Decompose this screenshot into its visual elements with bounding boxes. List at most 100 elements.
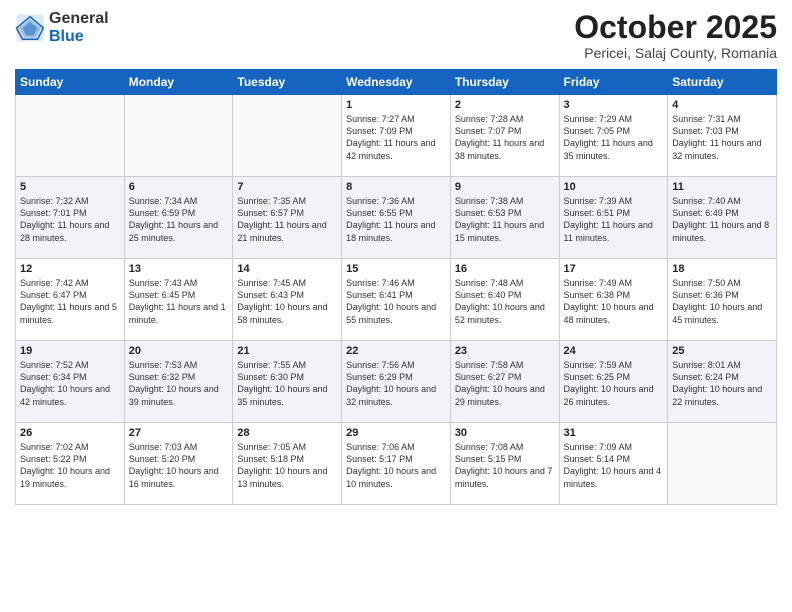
calendar-cell: 31Sunrise: 7:09 AMSunset: 5:14 PMDayligh… <box>559 423 668 505</box>
calendar-cell: 30 Sunrise: 7:08 AMSunset: 5:15 PMDayligh… <box>450 423 559 505</box>
week-row-1: 1 Sunrise: 7:27 AMSunset: 7:09 PMDaylight… <box>16 95 777 177</box>
logo-general-text: General <box>49 10 109 28</box>
calendar-cell: 19 Sunrise: 7:52 AMSunset: 6:34 PMDayligh… <box>16 341 125 423</box>
logo-text: General Blue <box>49 10 109 45</box>
day-info: Sunrise: 7:39 AMSunset: 6:51 PMDaylight:… <box>564 195 664 244</box>
day-info: Sunrise: 7:08 AMSunset: 5:15 PMDaylight:… <box>455 441 555 490</box>
day-number: 21 <box>237 345 337 357</box>
day-number: 5 <box>20 181 120 193</box>
day-info: Sunrise: 7:28 AMSunset: 7:07 PMDaylight:… <box>455 113 555 162</box>
day-info: Sunrise: 7:35 AMSunset: 6:57 PMDaylight:… <box>237 195 337 244</box>
day-info: Sunrise: 7:50 AMSunset: 6:36 PMDaylight:… <box>672 277 772 326</box>
day-info: Sunrise: 7:42 AMSunset: 6:47 PMDaylight:… <box>20 277 120 326</box>
calendar-cell: 11 Sunrise: 7:40 AMSunset: 6:49 PMDayligh… <box>668 177 777 259</box>
day-number: 26 <box>20 427 120 439</box>
calendar-cell: 3 Sunrise: 7:29 AMSunset: 7:05 PMDaylight… <box>559 95 668 177</box>
day-number: 28 <box>237 427 337 439</box>
day-info: Sunrise: 7:55 AMSunset: 6:30 PMDaylight:… <box>237 359 337 408</box>
day-number: 23 <box>455 345 555 357</box>
day-number: 29 <box>346 427 446 439</box>
calendar-cell: 18 Sunrise: 7:50 AMSunset: 6:36 PMDayligh… <box>668 259 777 341</box>
day-number: 22 <box>346 345 446 357</box>
day-info: Sunrise: 7:40 AMSunset: 6:49 PMDaylight:… <box>672 195 772 244</box>
calendar-cell: 20 Sunrise: 7:53 AMSunset: 6:32 PMDayligh… <box>124 341 233 423</box>
calendar-table: SundayMondayTuesdayWednesdayThursdayFrid… <box>15 69 777 505</box>
calendar-cell: 12Sunrise: 7:42 AMSunset: 6:47 PMDayligh… <box>16 259 125 341</box>
weekday-header-tuesday: Tuesday <box>233 70 342 95</box>
day-number: 1 <box>346 99 446 111</box>
day-info: Sunrise: 7:56 AMSunset: 6:29 PMDaylight:… <box>346 359 446 408</box>
day-number: 2 <box>455 99 555 111</box>
week-row-3: 12Sunrise: 7:42 AMSunset: 6:47 PMDayligh… <box>16 259 777 341</box>
location: Pericei, Salaj County, Romania <box>574 45 777 61</box>
day-number: 20 <box>129 345 229 357</box>
calendar-cell <box>124 95 233 177</box>
day-info: Sunrise: 7:27 AMSunset: 7:09 PMDaylight:… <box>346 113 446 162</box>
page: General Blue October 2025 Pericei, Salaj… <box>0 0 792 612</box>
day-number: 18 <box>672 263 772 275</box>
calendar-cell: 27Sunrise: 7:03 AMSunset: 5:20 PMDayligh… <box>124 423 233 505</box>
title-section: October 2025 Pericei, Salaj County, Roma… <box>574 10 777 61</box>
day-info: Sunrise: 7:05 AMSunset: 5:18 PMDaylight:… <box>237 441 337 490</box>
month-title: October 2025 <box>574 10 777 45</box>
calendar-cell <box>16 95 125 177</box>
day-info: Sunrise: 7:53 AMSunset: 6:32 PMDaylight:… <box>129 359 229 408</box>
calendar-cell: 8Sunrise: 7:36 AMSunset: 6:55 PMDaylight… <box>342 177 451 259</box>
day-number: 3 <box>564 99 664 111</box>
day-info: Sunrise: 7:06 AMSunset: 5:17 PMDaylight:… <box>346 441 446 490</box>
day-number: 7 <box>237 181 337 193</box>
week-row-2: 5 Sunrise: 7:32 AMSunset: 7:01 PMDaylight… <box>16 177 777 259</box>
calendar-cell: 28 Sunrise: 7:05 AMSunset: 5:18 PMDayligh… <box>233 423 342 505</box>
calendar-cell: 14 Sunrise: 7:45 AMSunset: 6:43 PMDayligh… <box>233 259 342 341</box>
day-number: 15 <box>346 263 446 275</box>
calendar-cell: 21 Sunrise: 7:55 AMSunset: 6:30 PMDayligh… <box>233 341 342 423</box>
calendar-cell: 16 Sunrise: 7:48 AMSunset: 6:40 PMDayligh… <box>450 259 559 341</box>
calendar-cell: 9 Sunrise: 7:38 AMSunset: 6:53 PMDaylight… <box>450 177 559 259</box>
day-info: Sunrise: 7:02 AMSunset: 5:22 PMDaylight:… <box>20 441 120 490</box>
day-info: Sunrise: 7:32 AMSunset: 7:01 PMDaylight:… <box>20 195 120 244</box>
weekday-header-wednesday: Wednesday <box>342 70 451 95</box>
logo-blue-text: Blue <box>49 28 109 46</box>
calendar-cell: 23 Sunrise: 7:58 AMSunset: 6:27 PMDayligh… <box>450 341 559 423</box>
day-info: Sunrise: 7:45 AMSunset: 6:43 PMDaylight:… <box>237 277 337 326</box>
day-number: 30 <box>455 427 555 439</box>
day-number: 10 <box>564 181 664 193</box>
day-number: 27 <box>129 427 229 439</box>
day-info: Sunrise: 8:01 AMSunset: 6:24 PMDaylight:… <box>672 359 772 408</box>
calendar-cell: 10 Sunrise: 7:39 AMSunset: 6:51 PMDayligh… <box>559 177 668 259</box>
day-number: 11 <box>672 181 772 193</box>
calendar-cell: 5 Sunrise: 7:32 AMSunset: 7:01 PMDaylight… <box>16 177 125 259</box>
day-info: Sunrise: 7:43 AMSunset: 6:45 PMDaylight:… <box>129 277 229 326</box>
weekday-header-friday: Friday <box>559 70 668 95</box>
weekday-header-row: SundayMondayTuesdayWednesdayThursdayFrid… <box>16 70 777 95</box>
day-number: 19 <box>20 345 120 357</box>
header: General Blue October 2025 Pericei, Salaj… <box>15 10 777 61</box>
day-info: Sunrise: 7:52 AMSunset: 6:34 PMDaylight:… <box>20 359 120 408</box>
day-number: 9 <box>455 181 555 193</box>
calendar-cell: 25Sunrise: 8:01 AMSunset: 6:24 PMDayligh… <box>668 341 777 423</box>
day-info: Sunrise: 7:48 AMSunset: 6:40 PMDaylight:… <box>455 277 555 326</box>
day-number: 24 <box>564 345 664 357</box>
day-number: 14 <box>237 263 337 275</box>
calendar-cell: 13Sunrise: 7:43 AMSunset: 6:45 PMDayligh… <box>124 259 233 341</box>
calendar-cell: 17Sunrise: 7:49 AMSunset: 6:38 PMDayligh… <box>559 259 668 341</box>
calendar-cell <box>233 95 342 177</box>
calendar-cell: 24Sunrise: 7:59 AMSunset: 6:25 PMDayligh… <box>559 341 668 423</box>
logo-icon <box>15 13 45 43</box>
calendar-cell: 26 Sunrise: 7:02 AMSunset: 5:22 PMDayligh… <box>16 423 125 505</box>
calendar-cell <box>668 423 777 505</box>
weekday-header-saturday: Saturday <box>668 70 777 95</box>
day-info: Sunrise: 7:38 AMSunset: 6:53 PMDaylight:… <box>455 195 555 244</box>
day-info: Sunrise: 7:58 AMSunset: 6:27 PMDaylight:… <box>455 359 555 408</box>
calendar-cell: 4Sunrise: 7:31 AMSunset: 7:03 PMDaylight… <box>668 95 777 177</box>
weekday-header-monday: Monday <box>124 70 233 95</box>
weekday-header-thursday: Thursday <box>450 70 559 95</box>
day-number: 4 <box>672 99 772 111</box>
logo: General Blue <box>15 10 109 45</box>
weekday-header-sunday: Sunday <box>16 70 125 95</box>
calendar-cell: 22 Sunrise: 7:56 AMSunset: 6:29 PMDayligh… <box>342 341 451 423</box>
calendar-cell: 29 Sunrise: 7:06 AMSunset: 5:17 PMDayligh… <box>342 423 451 505</box>
day-info: Sunrise: 7:29 AMSunset: 7:05 PMDaylight:… <box>564 113 664 162</box>
day-number: 16 <box>455 263 555 275</box>
day-info: Sunrise: 7:34 AMSunset: 6:59 PMDaylight:… <box>129 195 229 244</box>
